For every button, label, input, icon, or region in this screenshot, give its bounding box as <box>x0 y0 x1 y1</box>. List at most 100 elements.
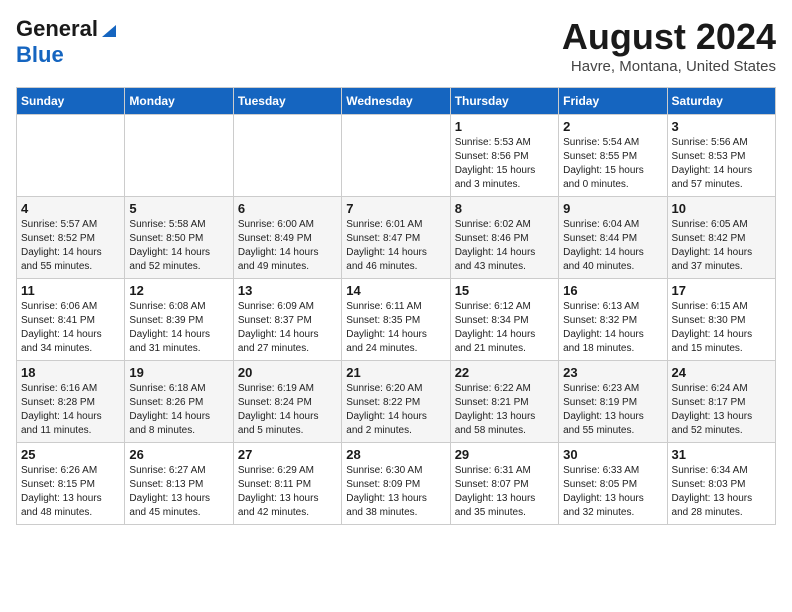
day-info: Sunrise: 6:30 AMSunset: 8:09 PMDaylight:… <box>346 464 445 520</box>
calendar-cell: 16 Sunrise: 6:13 AMSunset: 8:32 PMDayligh… <box>559 279 667 361</box>
day-info: Sunrise: 6:20 AMSunset: 8:22 PMDaylight:… <box>346 382 445 438</box>
calendar-cell <box>125 115 233 197</box>
day-info: Sunrise: 6:09 AMSunset: 8:37 PMDaylight:… <box>238 300 337 356</box>
calendar-cell: 3Sunrise: 5:56 AMSunset: 8:53 PMDaylight… <box>667 115 775 197</box>
title-area: August 2024 Havre, Montana, United State… <box>562 16 776 75</box>
calendar-cell: 1 Sunrise: 5:53 AMSunset: 8:56 PMDaylight… <box>450 115 558 197</box>
calendar-cell: 22 Sunrise: 6:22 AMSunset: 8:21 PMDayligh… <box>450 361 558 443</box>
day-info: Sunrise: 6:13 AMSunset: 8:32 PMDaylight:… <box>563 300 662 356</box>
day-info: Sunrise: 6:00 AMSunset: 8:49 PMDaylight:… <box>238 218 337 274</box>
calendar-cell: 14Sunrise: 6:11 AMSunset: 8:35 PMDayligh… <box>342 279 450 361</box>
calendar-table: SundayMondayTuesdayWednesdayThursdayFrid… <box>16 87 776 525</box>
calendar-cell: 19Sunrise: 6:18 AMSunset: 8:26 PMDayligh… <box>125 361 233 443</box>
calendar-week-row: 18 Sunrise: 6:16 AMSunset: 8:28 PMDayligh… <box>17 361 776 443</box>
weekday-header-thursday: Thursday <box>450 88 558 115</box>
calendar-cell: 6Sunrise: 6:00 AMSunset: 8:49 PMDaylight… <box>233 197 341 279</box>
weekday-header-row: SundayMondayTuesdayWednesdayThursdayFrid… <box>17 88 776 115</box>
day-info: Sunrise: 6:05 AMSunset: 8:42 PMDaylight:… <box>672 218 771 274</box>
logo-general: General <box>16 16 98 42</box>
calendar-week-row: 11 Sunrise: 6:06 AMSunset: 8:41 PMDayligh… <box>17 279 776 361</box>
weekday-header-saturday: Saturday <box>667 88 775 115</box>
calendar-cell: 29Sunrise: 6:31 AMSunset: 8:07 PMDayligh… <box>450 443 558 525</box>
day-number: 20 <box>238 365 337 380</box>
day-info: Sunrise: 6:26 AMSunset: 8:15 PMDaylight:… <box>21 464 120 520</box>
day-info: Sunrise: 5:56 AMSunset: 8:53 PMDaylight:… <box>672 136 771 192</box>
calendar-week-row: 4Sunrise: 5:57 AMSunset: 8:52 PMDaylight… <box>17 197 776 279</box>
day-info: Sunrise: 6:18 AMSunset: 8:26 PMDaylight:… <box>129 382 228 438</box>
day-number: 9 <box>563 201 662 216</box>
day-info: Sunrise: 6:23 AMSunset: 8:19 PMDaylight:… <box>563 382 662 438</box>
day-number: 16 <box>563 283 662 298</box>
logo-triangle-icon <box>100 21 118 39</box>
calendar-cell: 9Sunrise: 6:04 AMSunset: 8:44 PMDaylight… <box>559 197 667 279</box>
day-number: 28 <box>346 447 445 462</box>
day-number: 30 <box>563 447 662 462</box>
day-number: 25 <box>21 447 120 462</box>
day-info: Sunrise: 5:54 AMSunset: 8:55 PMDaylight:… <box>563 136 662 192</box>
calendar-cell: 11 Sunrise: 6:06 AMSunset: 8:41 PMDayligh… <box>17 279 125 361</box>
calendar-cell: 17 Sunrise: 6:15 AMSunset: 8:30 PMDayligh… <box>667 279 775 361</box>
day-number: 11 <box>21 283 120 298</box>
day-info: Sunrise: 6:24 AMSunset: 8:17 PMDaylight:… <box>672 382 771 438</box>
day-number: 5 <box>129 201 228 216</box>
day-info: Sunrise: 6:12 AMSunset: 8:34 PMDaylight:… <box>455 300 554 356</box>
calendar-cell: 5 Sunrise: 5:58 AMSunset: 8:50 PMDaylight… <box>125 197 233 279</box>
day-info: Sunrise: 6:27 AMSunset: 8:13 PMDaylight:… <box>129 464 228 520</box>
day-number: 21 <box>346 365 445 380</box>
calendar-cell: 15 Sunrise: 6:12 AMSunset: 8:34 PMDayligh… <box>450 279 558 361</box>
day-number: 1 <box>455 119 554 134</box>
month-title: August 2024 <box>562 16 776 58</box>
day-info: Sunrise: 6:22 AMSunset: 8:21 PMDaylight:… <box>455 382 554 438</box>
logo-line1: General <box>16 16 118 42</box>
day-info: Sunrise: 5:58 AMSunset: 8:50 PMDaylight:… <box>129 218 228 274</box>
logo-line2: Blue <box>16 42 64 68</box>
day-info: Sunrise: 6:16 AMSunset: 8:28 PMDaylight:… <box>21 382 120 438</box>
weekday-header-friday: Friday <box>559 88 667 115</box>
day-info: Sunrise: 6:19 AMSunset: 8:24 PMDaylight:… <box>238 382 337 438</box>
day-number: 27 <box>238 447 337 462</box>
page-header: General Blue August 2024 Havre, Montana,… <box>16 16 776 75</box>
calendar-cell: 13Sunrise: 6:09 AMSunset: 8:37 PMDayligh… <box>233 279 341 361</box>
day-number: 17 <box>672 283 771 298</box>
day-number: 8 <box>455 201 554 216</box>
calendar-cell: 20 Sunrise: 6:19 AMSunset: 8:24 PMDayligh… <box>233 361 341 443</box>
calendar-cell: 31 Sunrise: 6:34 AMSunset: 8:03 PMDayligh… <box>667 443 775 525</box>
day-info: Sunrise: 6:29 AMSunset: 8:11 PMDaylight:… <box>238 464 337 520</box>
day-number: 10 <box>672 201 771 216</box>
weekday-header-tuesday: Tuesday <box>233 88 341 115</box>
day-number: 14 <box>346 283 445 298</box>
day-info: Sunrise: 6:06 AMSunset: 8:41 PMDaylight:… <box>21 300 120 356</box>
day-number: 15 <box>455 283 554 298</box>
day-number: 29 <box>455 447 554 462</box>
day-number: 7 <box>346 201 445 216</box>
calendar-cell: 12Sunrise: 6:08 AMSunset: 8:39 PMDayligh… <box>125 279 233 361</box>
weekday-header-wednesday: Wednesday <box>342 88 450 115</box>
day-info: Sunrise: 6:02 AMSunset: 8:46 PMDaylight:… <box>455 218 554 274</box>
calendar-cell: 18 Sunrise: 6:16 AMSunset: 8:28 PMDayligh… <box>17 361 125 443</box>
weekday-header-sunday: Sunday <box>17 88 125 115</box>
calendar-cell <box>17 115 125 197</box>
logo: General Blue <box>16 16 118 68</box>
day-number: 18 <box>21 365 120 380</box>
calendar-body: 1 Sunrise: 5:53 AMSunset: 8:56 PMDaylight… <box>17 115 776 525</box>
calendar-cell: 21 Sunrise: 6:20 AMSunset: 8:22 PMDayligh… <box>342 361 450 443</box>
day-info: Sunrise: 5:53 AMSunset: 8:56 PMDaylight:… <box>455 136 554 192</box>
day-info: Sunrise: 6:15 AMSunset: 8:30 PMDaylight:… <box>672 300 771 356</box>
calendar-cell: 25 Sunrise: 6:26 AMSunset: 8:15 PMDayligh… <box>17 443 125 525</box>
calendar-cell <box>342 115 450 197</box>
calendar-cell: 8 Sunrise: 6:02 AMSunset: 8:46 PMDaylight… <box>450 197 558 279</box>
day-number: 22 <box>455 365 554 380</box>
calendar-cell: 4Sunrise: 5:57 AMSunset: 8:52 PMDaylight… <box>17 197 125 279</box>
day-info: Sunrise: 6:01 AMSunset: 8:47 PMDaylight:… <box>346 218 445 274</box>
day-info: Sunrise: 5:57 AMSunset: 8:52 PMDaylight:… <box>21 218 120 274</box>
day-info: Sunrise: 6:33 AMSunset: 8:05 PMDaylight:… <box>563 464 662 520</box>
day-info: Sunrise: 6:34 AMSunset: 8:03 PMDaylight:… <box>672 464 771 520</box>
calendar-cell: 28 Sunrise: 6:30 AMSunset: 8:09 PMDayligh… <box>342 443 450 525</box>
calendar-cell <box>233 115 341 197</box>
calendar-week-row: 25 Sunrise: 6:26 AMSunset: 8:15 PMDayligh… <box>17 443 776 525</box>
day-number: 31 <box>672 447 771 462</box>
day-number: 26 <box>129 447 228 462</box>
calendar-cell: 24Sunrise: 6:24 AMSunset: 8:17 PMDayligh… <box>667 361 775 443</box>
calendar-week-row: 1 Sunrise: 5:53 AMSunset: 8:56 PMDaylight… <box>17 115 776 197</box>
day-number: 2 <box>563 119 662 134</box>
